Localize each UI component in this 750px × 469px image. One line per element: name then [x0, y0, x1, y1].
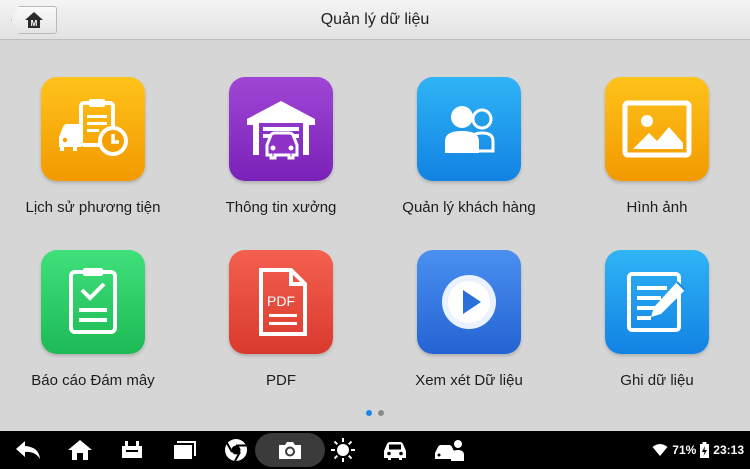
- browser-icon: [225, 439, 247, 462]
- svg-text:PDF: PDF: [267, 293, 295, 309]
- battery-charging-icon: [700, 442, 710, 458]
- page-dot-active[interactable]: [366, 410, 372, 416]
- pdf-icon: PDF: [229, 250, 333, 354]
- tile-vehicle-history[interactable]: Lịch sử phương tiện: [3, 77, 183, 216]
- app-grid: Lịch sử phương tiện Thông tin xưởng Quản: [0, 40, 750, 430]
- tile-label: Ghi dữ liệu: [620, 372, 694, 389]
- nav-home-button[interactable]: [62, 431, 98, 469]
- tile-images[interactable]: Hình ảnh: [567, 77, 747, 216]
- wifi-icon: [652, 444, 668, 456]
- customers-icon: [417, 77, 521, 181]
- navigation-bar: 71% 23:13: [0, 431, 750, 469]
- tile-label: Hình ảnh: [626, 199, 688, 216]
- tile-label: Quản lý khách hàng: [402, 199, 536, 216]
- tile-data-record[interactable]: Ghi dữ liệu: [567, 250, 747, 389]
- camera-icon: [279, 442, 301, 459]
- back-button[interactable]: [10, 431, 46, 469]
- page-indicator: [0, 410, 750, 416]
- browser-button[interactable]: [218, 431, 254, 469]
- recent-apps-icon: [174, 441, 196, 459]
- brightness-icon: [331, 438, 355, 462]
- clock: 23:13: [713, 443, 744, 457]
- tile-workshop-info[interactable]: Thông tin xưởng: [191, 77, 371, 216]
- workshop-icon: [229, 77, 333, 181]
- brightness-button[interactable]: [325, 431, 361, 469]
- tile-cloud-report[interactable]: Báo cáo Đám mây: [3, 250, 183, 389]
- data-record-icon: [605, 250, 709, 354]
- cloud-report-icon: [41, 250, 145, 354]
- camera-button[interactable]: [255, 433, 325, 467]
- status-area: 71% 23:13: [652, 431, 744, 469]
- vci-icon: [122, 441, 142, 458]
- tile-customer-management[interactable]: Quản lý khách hàng: [379, 77, 559, 216]
- title-bar: M Quản lý dữ liệu: [0, 0, 750, 40]
- page-title: Quản lý dữ liệu: [320, 11, 430, 28]
- tile-label: Xem xét Dữ liệu: [415, 372, 523, 389]
- image-icon: [605, 77, 709, 181]
- recent-apps-button[interactable]: [166, 431, 202, 469]
- vci-button[interactable]: [114, 431, 150, 469]
- page-dot[interactable]: [378, 410, 384, 416]
- tile-label: Báo cáo Đám mây: [31, 372, 155, 389]
- vehicle-button[interactable]: [377, 431, 413, 469]
- home-icon: [68, 440, 92, 460]
- tile-pdf[interactable]: PDF PDF: [191, 250, 371, 389]
- remote-support-icon: [435, 440, 464, 461]
- back-icon: [16, 441, 40, 459]
- tile-label: PDF: [266, 372, 296, 389]
- tile-data-review[interactable]: Xem xét Dữ liệu: [379, 250, 559, 389]
- data-review-icon: [417, 250, 521, 354]
- tile-label: Thông tin xưởng: [225, 199, 337, 216]
- tile-label: Lịch sử phương tiện: [25, 199, 161, 216]
- vehicle-icon: [384, 442, 406, 460]
- battery-percent: 71%: [672, 443, 697, 457]
- vehicle-history-icon: [41, 77, 145, 181]
- remote-support-button[interactable]: [429, 431, 469, 469]
